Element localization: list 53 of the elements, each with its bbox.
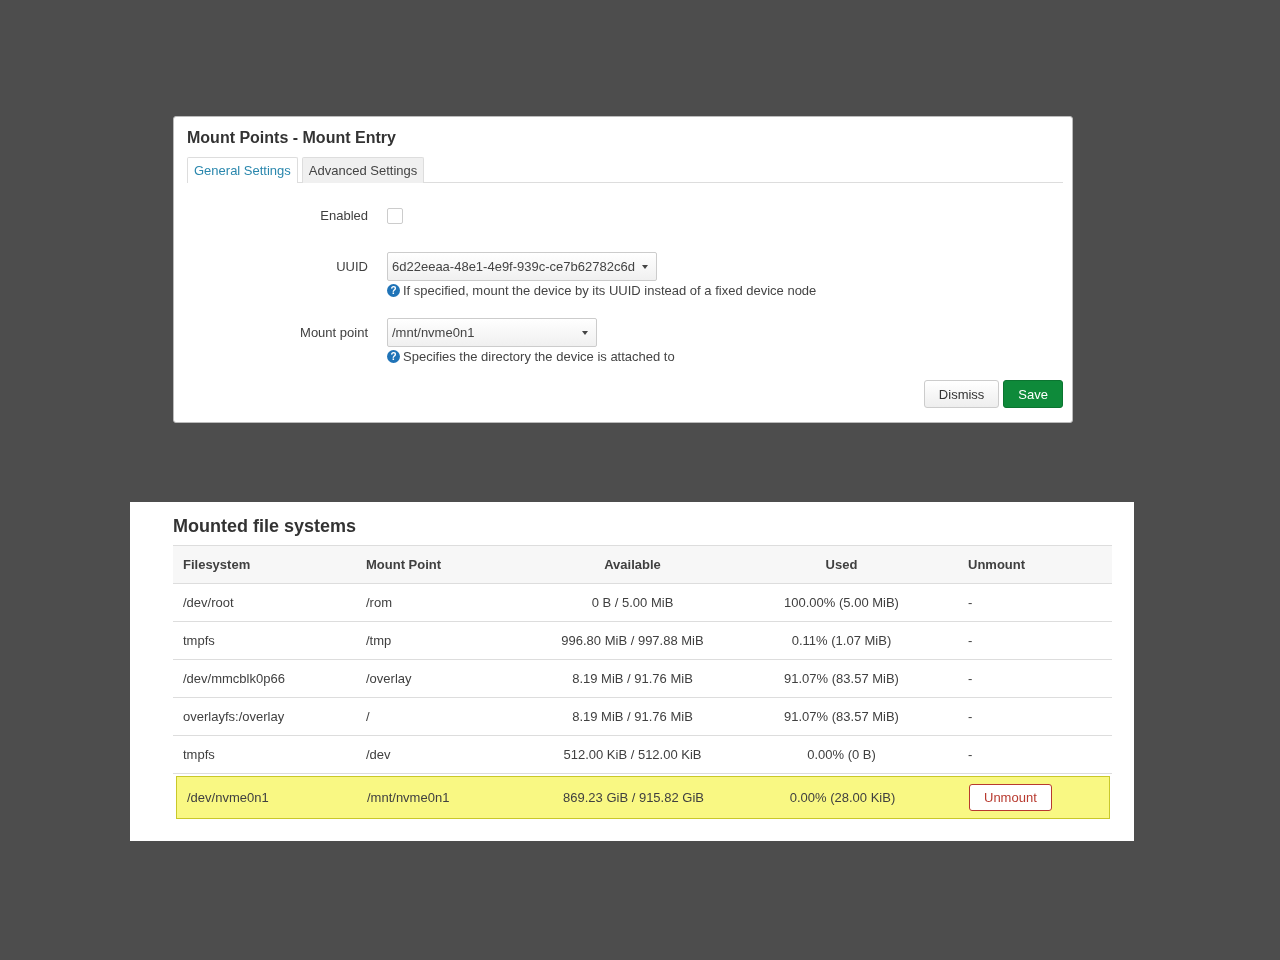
caret-icon [642,264,648,269]
field-label: UUID [335,258,369,276]
column-header: Mount Point [365,557,443,572]
table-cell-text: /tmp [365,633,393,648]
table-cell-text: /dev/nvme0n1 [186,790,270,805]
table-cell-text: overlayfs:/overlay [182,709,286,724]
table-cell: - [968,633,973,648]
table-cell-text: 0.00% (0 B) [806,747,877,762]
table-cell-text: /dev/mmcblk0p66 [182,671,286,686]
tab[interactable]: Advanced Settings [301,157,425,183]
dismiss-button[interactable]: Dismiss [923,380,1000,408]
table-cell: - [968,595,973,610]
enabled-checkbox[interactable] [387,208,403,224]
section-title: Mounted file systems [173,516,358,537]
unmount-button[interactable]: Unmount [969,784,1052,811]
select-dropdown[interactable]: /mnt/nvme0n1 [387,318,597,347]
table-cell: - [968,747,973,762]
table-cell-text: 0 B / 5.00 MiB [590,595,675,610]
save-button[interactable]: Save [1003,380,1063,408]
help-icon: ? [387,284,400,297]
table-cell-text: 91.07% (83.57 MiB) [783,709,900,724]
dialog-title: Mount Points - Mount Entry [187,129,397,147]
table-cell-text: /dev/root [182,595,235,610]
table-cell-text: 869.23 GiB / 915.82 GiB [562,790,705,805]
table-cell-text: 8.19 MiB / 91.76 MiB [571,671,694,686]
table-cell-text: tmpfs [182,747,216,762]
table-cell: - [968,709,973,724]
table-cell: - [968,671,973,686]
table-cell-text: 8.19 MiB / 91.76 MiB [571,709,694,724]
table-cell-text: 0.11% (1.07 MiB) [790,633,893,648]
table-cell-text: /dev [365,747,392,762]
column-header: Unmount [967,557,1027,572]
help-icon: ? [387,350,400,363]
column-header: Filesystem [182,557,252,572]
table-cell-text: 0.00% (28.00 KiB) [788,790,897,805]
field-label: Enabled [319,207,369,225]
caret-icon [582,330,588,335]
field-label: Mount point [299,324,369,342]
table-cell-text: 996.80 MiB / 997.88 MiB [560,633,705,648]
table-cell-text: /rom [365,595,393,610]
select-dropdown[interactable]: 6d22eeaa-48e1-4e9f-939c-ce7b62782c6d [387,252,657,281]
table-cell-text: tmpfs [182,633,216,648]
column-header: Available [603,557,662,572]
column-header: Used [824,557,859,572]
table-cell-text: /mnt/nvme0n1 [366,790,451,805]
table-cell-text: 100.00% (5.00 MiB) [783,595,900,610]
table-cell-text: / [365,709,371,724]
table-cell-text: 512.00 KiB / 512.00 KiB [562,747,703,762]
help-text: Specifies the directory the device is attached to [403,349,675,364]
help-text: If specified, mount the device by its UUID instead of a fixed device node [403,283,817,298]
tab[interactable]: General Settings [187,157,298,183]
table-cell-text: /overlay [365,671,413,686]
table-cell-text: 91.07% (83.57 MiB) [783,671,900,686]
